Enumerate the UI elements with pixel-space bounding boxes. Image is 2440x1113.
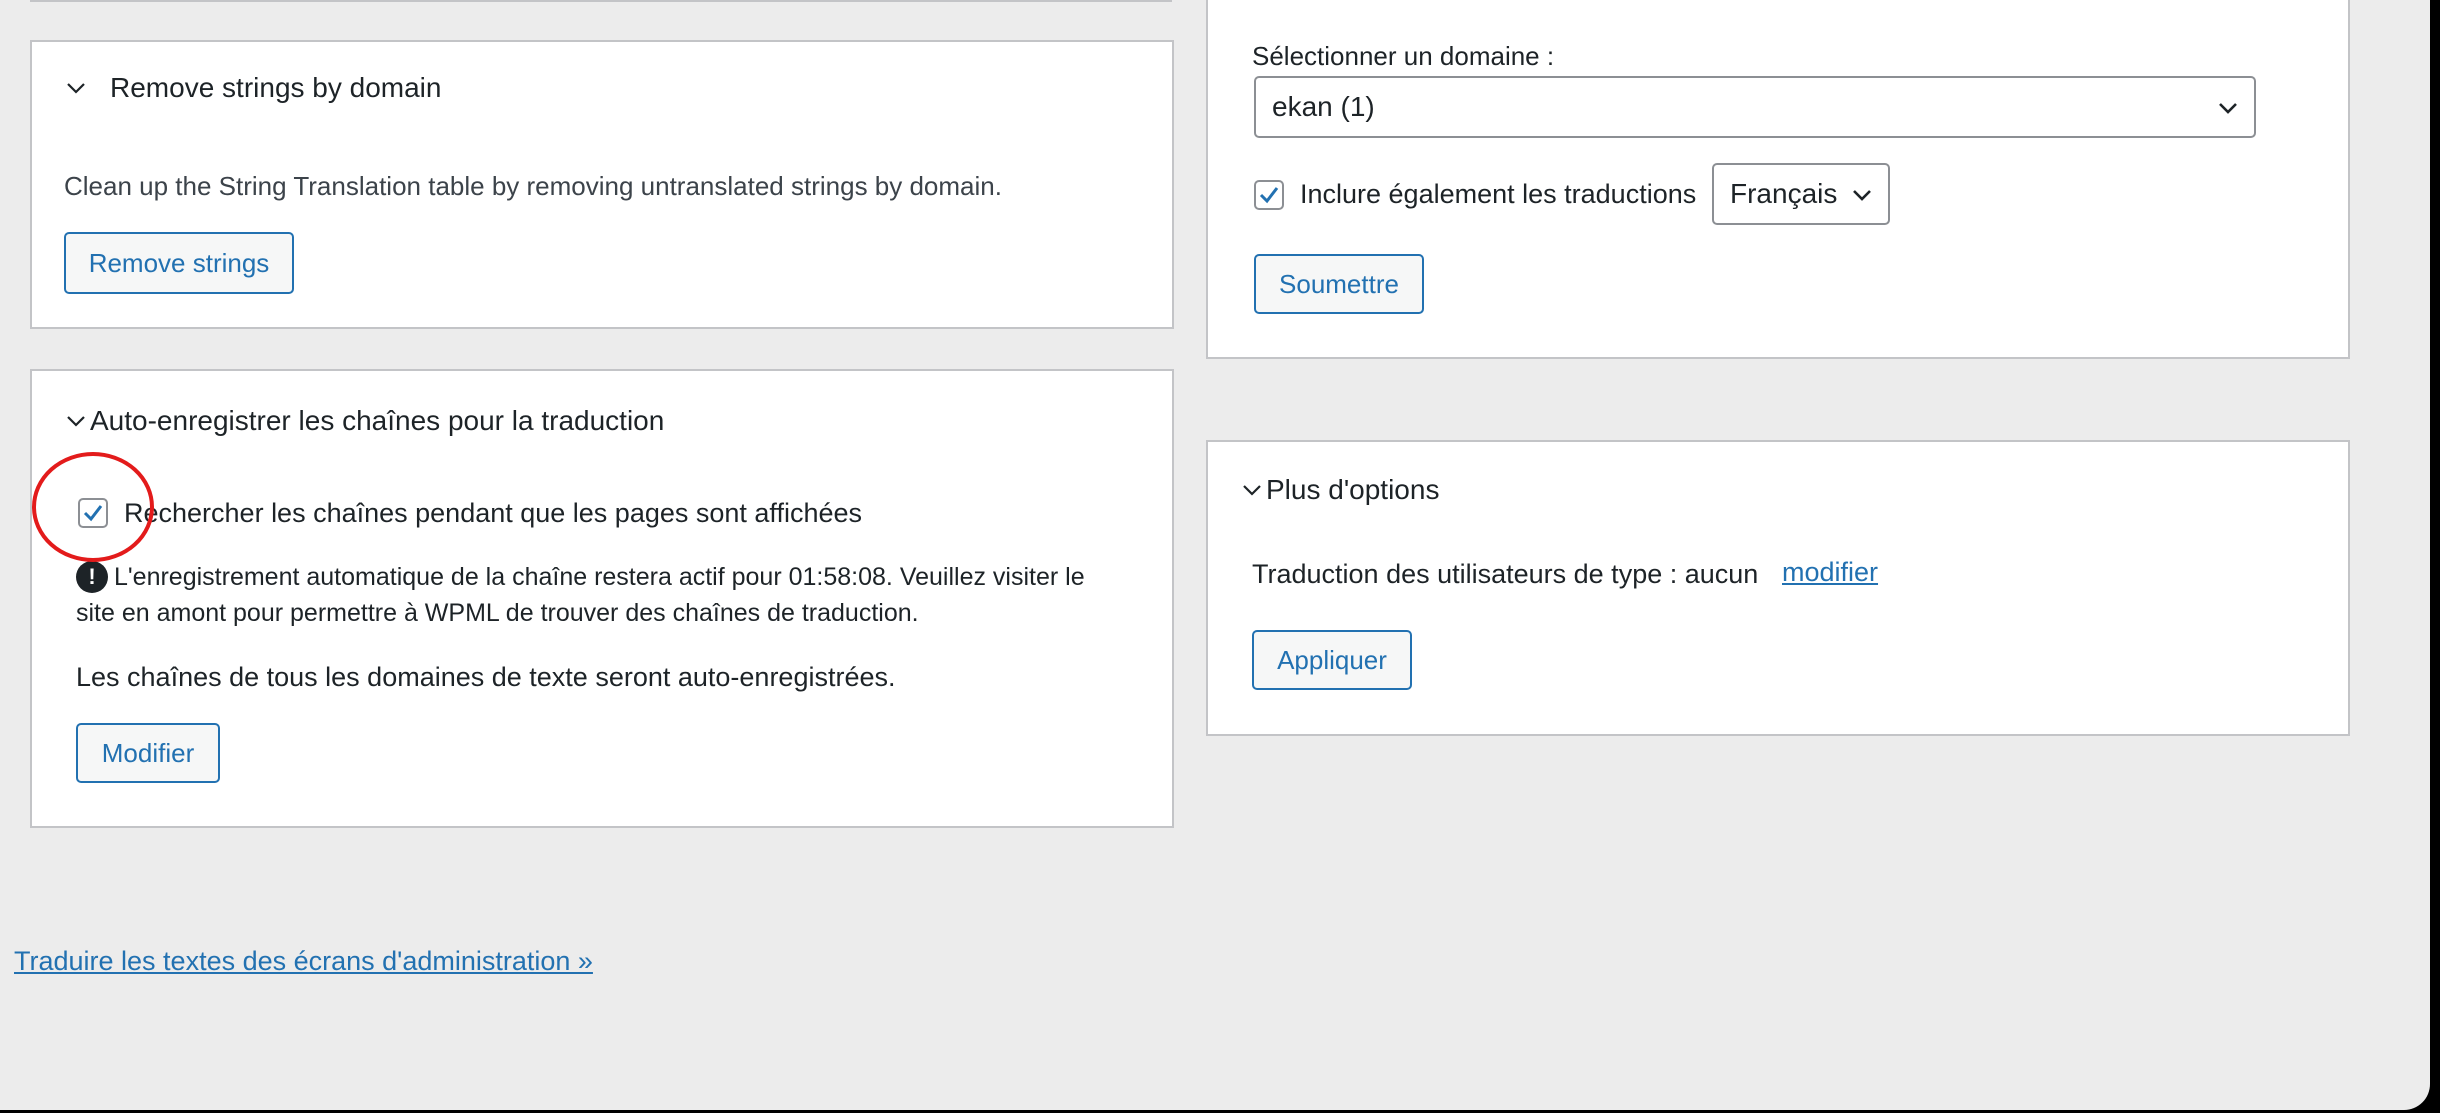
apply-button[interactable]: Appliquer <box>1252 630 1412 690</box>
checkmark-icon <box>1259 187 1279 204</box>
modify-button[interactable]: Modifier <box>76 723 220 783</box>
domain-export-box: Sélectionner un domaine : ekan (1) Inclu… <box>1206 0 2350 359</box>
chevron-down-icon <box>64 409 88 433</box>
annotation-circle <box>32 452 154 562</box>
chevron-down-icon <box>64 76 88 100</box>
language-select[interactable]: Français <box>1712 163 1890 225</box>
include-translations-checkbox[interactable] <box>1254 180 1284 210</box>
remove-strings-button[interactable]: Remove strings <box>64 232 294 294</box>
remove-strings-header[interactable]: Remove strings by domain <box>64 68 441 108</box>
more-options-box: Plus d'options Traduction des utilisateu… <box>1206 440 2350 736</box>
remove-strings-title: Remove strings by domain <box>110 72 442 103</box>
submit-button[interactable]: Soumettre <box>1254 254 1424 314</box>
modify-link[interactable]: modifier <box>1782 557 1878 588</box>
select-domain-label: Sélectionner un domaine : <box>1252 41 1555 71</box>
search-strings-label: Rechercher les chaînes pendant que les p… <box>124 498 862 528</box>
domain-select[interactable]: ekan (1) <box>1254 76 2256 138</box>
all-domains-text: Les chaînes de tous les domaines de text… <box>76 662 896 692</box>
auto-register-header[interactable]: Auto-enregistrer les chaînes pour la tra… <box>64 401 664 441</box>
auto-register-notice-line1: L'enregistrement automatique de la chaîn… <box>114 563 1085 591</box>
chevron-down-icon <box>2216 96 2240 120</box>
more-options-header[interactable]: Plus d'options <box>1240 470 1439 510</box>
domain-select-value: ekan (1) <box>1272 91 1375 122</box>
remove-strings-description: Clean up the String Translation table by… <box>64 171 1002 201</box>
more-options-title: Plus d'options <box>1266 474 1440 505</box>
auto-register-notice-line2: site en amont pour permettre à WPML de t… <box>76 599 919 627</box>
include-translations-label: Inclure également les traductions <box>1300 179 1697 209</box>
screen: Remove strings by domain Clean up the St… <box>0 0 2430 1110</box>
chevron-down-icon <box>1850 183 1874 207</box>
user-translation-text: Traduction des utilisateurs de type : au… <box>1252 559 1759 589</box>
language-select-value: Français <box>1730 178 1838 209</box>
admin-texts-link[interactable]: Traduire les textes des écrans d'adminis… <box>14 946 593 977</box>
chevron-down-icon <box>1240 478 1264 502</box>
top-divider <box>30 0 1172 2</box>
auto-register-title: Auto-enregistrer les chaînes pour la tra… <box>90 405 665 436</box>
auto-register-box: Auto-enregistrer les chaînes pour la tra… <box>30 369 1174 828</box>
remove-strings-box: Remove strings by domain Clean up the St… <box>30 40 1174 329</box>
